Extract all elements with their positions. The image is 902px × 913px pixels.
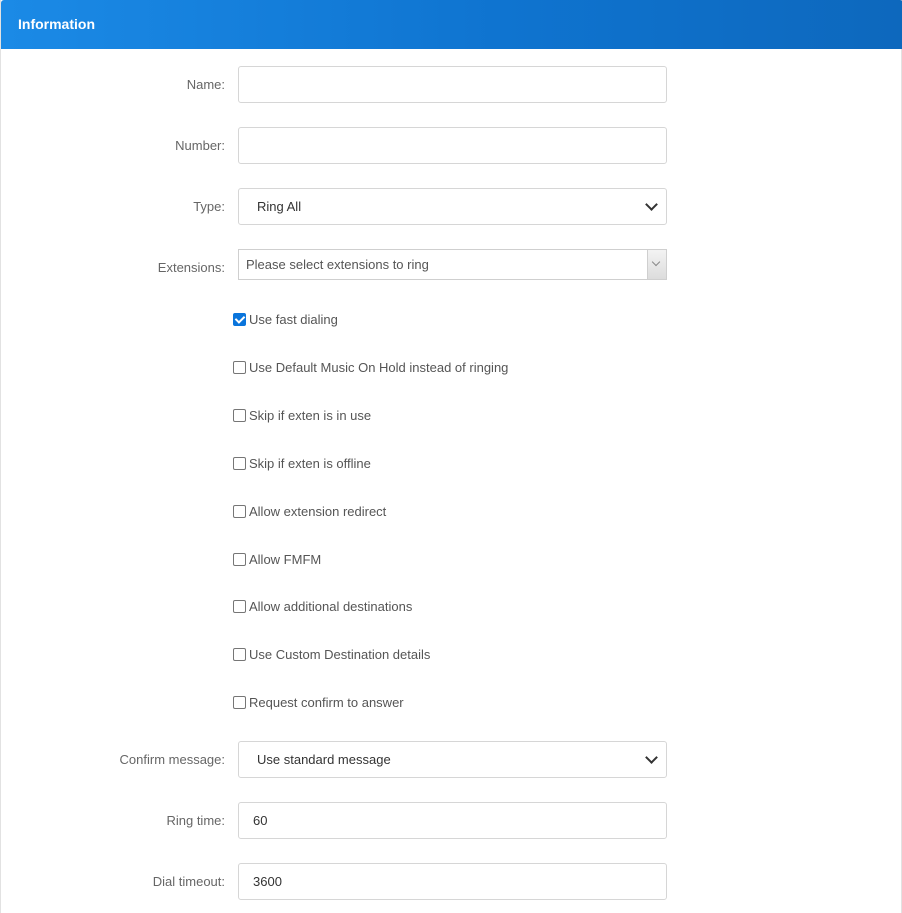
ring-time-label: Ring time:	[166, 813, 225, 828]
option-label: Use Default Music On Hold instead of rin…	[249, 359, 509, 375]
option-label: Allow additional destinations	[249, 598, 413, 614]
type-label: Type:	[193, 199, 225, 214]
confirm-message-label: Confirm message:	[119, 752, 225, 767]
option-custom-destination[interactable]: Use Custom Destination details	[233, 646, 430, 662]
ring-time-input[interactable]	[238, 802, 667, 839]
panel-title: Information	[18, 16, 95, 32]
checkbox-extension-redirect[interactable]	[233, 504, 246, 518]
dial-timeout-label: Dial timeout:	[152, 874, 225, 889]
chevron-down-icon	[645, 198, 658, 211]
option-label: Use Custom Destination details	[249, 646, 431, 662]
option-label: Allow extension redirect	[249, 503, 387, 519]
option-skip-in-use[interactable]: Skip if exten is in use	[233, 407, 371, 423]
checkbox-skip-offline[interactable]	[233, 456, 246, 470]
option-default-moh[interactable]: Use Default Music On Hold instead of rin…	[233, 359, 508, 375]
option-extension-redirect[interactable]: Allow extension redirect	[233, 503, 386, 519]
chevron-down-icon	[645, 751, 658, 764]
checkbox-default-moh[interactable]	[233, 360, 246, 374]
panel-header: Information	[1, 0, 902, 49]
extensions-label: Extensions:	[157, 260, 225, 275]
extensions-dropdown-toggle[interactable]	[647, 250, 666, 279]
option-label: Use fast dialing	[249, 311, 338, 327]
option-fast-dialing[interactable]: Use fast dialing	[233, 311, 338, 327]
type-select[interactable]: Ring All	[238, 188, 667, 225]
number-input[interactable]	[238, 127, 667, 164]
option-label: Allow FMFM	[249, 551, 322, 567]
dial-timeout-input[interactable]	[238, 863, 667, 900]
option-additional-destinations[interactable]: Allow additional destinations	[233, 598, 412, 614]
checkbox-fmfm[interactable]	[233, 552, 246, 566]
option-label: Skip if exten is offline	[249, 455, 371, 471]
information-panel: Information Name: Number: Type: Ring All…	[0, 0, 902, 913]
checkbox-confirm-answer[interactable]	[233, 695, 246, 709]
checkbox-fast-dialing[interactable]	[233, 312, 246, 326]
name-label: Name:	[186, 77, 225, 92]
option-label: Skip if exten is in use	[249, 407, 372, 423]
option-label: Request confirm to answer	[249, 694, 404, 710]
option-confirm-answer[interactable]: Request confirm to answer	[233, 694, 404, 710]
extensions-multiselect[interactable]: Please select extensions to ring	[238, 249, 667, 280]
checkbox-custom-destination[interactable]	[233, 647, 246, 661]
type-select-value: Ring All	[257, 199, 302, 214]
checkbox-additional-destinations[interactable]	[233, 599, 246, 613]
confirm-message-value: Use standard message	[257, 752, 391, 767]
confirm-message-select[interactable]: Use standard message	[238, 741, 667, 778]
name-input[interactable]	[238, 66, 667, 103]
chevron-down-icon	[651, 257, 661, 267]
number-label: Number:	[175, 138, 225, 153]
option-skip-offline[interactable]: Skip if exten is offline	[233, 455, 371, 471]
option-fmfm[interactable]: Allow FMFM	[233, 551, 321, 567]
checkbox-skip-in-use[interactable]	[233, 408, 246, 422]
extensions-placeholder: Please select extensions to ring	[246, 257, 429, 272]
